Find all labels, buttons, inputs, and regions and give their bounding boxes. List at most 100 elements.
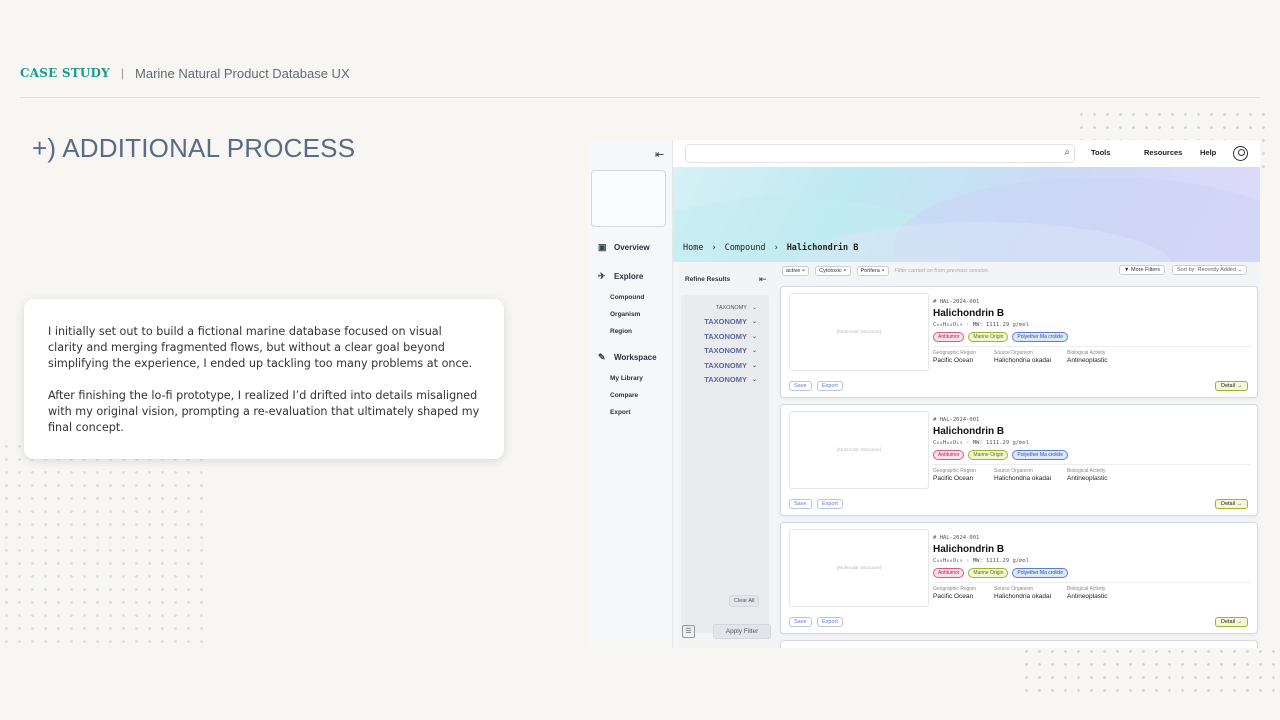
compound-formula: C₆₀H₈₆O₁₉ · MW: 1111.29 g/mol <box>933 322 1030 328</box>
section-title: +) ADDITIONAL PROCESS <box>32 133 356 163</box>
meta-value: Antineoplastic <box>1067 475 1108 482</box>
taxonomy-filter[interactable]: TAXONOMY ⌄ <box>704 361 757 370</box>
save-button[interactable]: Save <box>789 499 812 509</box>
breadcrumb-current: Halichondrin B <box>786 243 859 253</box>
more-filters-button[interactable]: ▼ More Filters <box>1119 265 1166 275</box>
top-bar: ⌕ Tools Resources Help <box>673 140 1260 167</box>
collapse-left-icon[interactable]: ⇤ <box>655 148 664 161</box>
meta-label: Biological Activity <box>1067 350 1106 356</box>
compound-formula: C₆₀H₈₆O₁₉ · MW: 1111.29 g/mol <box>933 440 1030 446</box>
nav-overview[interactable]: ▣ Overview <box>598 242 650 252</box>
dot-pattern-bottom-right <box>1020 645 1280 700</box>
meta-label: Geographic Region <box>933 586 977 592</box>
meta-value: Halichondria okadai <box>994 357 1052 364</box>
search-input[interactable]: ⌕ <box>685 144 1075 163</box>
close-icon[interactable]: × <box>881 268 884 274</box>
close-icon[interactable]: × <box>802 268 805 274</box>
nav-item-compound[interactable]: Compound <box>610 294 644 301</box>
filter-settings-icon[interactable]: ☰ <box>682 625 695 638</box>
taxonomy-label: TAXONOMY <box>704 346 747 355</box>
edit-icon: ✎ <box>598 352 606 362</box>
chevron-down-icon: ⌄ <box>751 305 757 311</box>
result-card[interactable]: [Molecular Structure] # HAL-2024-001 Hal… <box>780 404 1258 516</box>
filter-panel: TAXONOMY ⌄ TAXONOMY ⌄ TAXONOMY ⌄ TAXONOMY ⌄ … <box>681 295 769 633</box>
breadcrumb-compound[interactable]: Compound <box>725 243 766 253</box>
chevron-down-icon: ⌄ <box>751 377 757 383</box>
nav-explore[interactable]: ✈ Explore <box>598 271 643 281</box>
taxonomy-filter[interactable]: TAXONOMY ⌄ <box>715 304 757 312</box>
detail-button[interactable]: Detail → <box>1215 499 1249 509</box>
apply-filter-button[interactable]: Apply Filter <box>713 624 771 639</box>
nav-overview-label: Overview <box>614 242 650 252</box>
filter-chip[interactable]: Cytotoxic × <box>815 266 851 276</box>
chevron-down-icon: ⌄ <box>1237 267 1243 273</box>
meta-label: Geographic Region <box>933 468 977 474</box>
export-button[interactable]: Export <box>817 617 843 627</box>
compound-id: # HAL-2024-001 <box>933 535 980 541</box>
topnav-tools[interactable]: Tools <box>1091 148 1110 157</box>
taxonomy-label: TAXONOMY <box>715 304 747 311</box>
chevron-down-icon: ⌄ <box>751 348 757 354</box>
export-button[interactable]: Export <box>817 381 843 391</box>
nav-workspace[interactable]: ✎ Workspace <box>598 352 657 362</box>
meta-value: Pacific Ocean <box>933 475 974 482</box>
export-button[interactable]: Export <box>817 499 843 509</box>
filter-chip[interactable]: active × <box>782 266 810 276</box>
nav-item-my-library[interactable]: My Library <box>610 375 643 382</box>
taxonomy-filter[interactable]: TAXONOMY ⌄ <box>704 332 757 341</box>
meta-label: Biological Activity <box>1067 468 1106 474</box>
meta-label: Source Organism <box>994 468 1033 474</box>
filter-chip[interactable]: Porifera × <box>856 266 889 276</box>
search-icon[interactable]: ⌕ <box>1064 147 1070 158</box>
tag-badge: Polyether Ma crolide <box>1012 450 1068 460</box>
dot-pattern-left <box>0 440 210 650</box>
result-card[interactable]: [Molecular Structure] # HAL-2024-001 Hal… <box>780 522 1258 634</box>
meta-geographic: Geographic Region Pacific Ocean <box>933 350 976 364</box>
user-avatar-icon[interactable] <box>1233 146 1248 161</box>
header-divider <box>20 97 1260 98</box>
nav-item-compare[interactable]: Compare <box>610 392 638 399</box>
overview-icon: ▣ <box>598 242 607 252</box>
description-paragraph-2: After finishing the lo-fi prototype, I r… <box>48 389 480 434</box>
meta-value: Antineoplastic <box>1067 593 1108 600</box>
topnav-help[interactable]: Help <box>1200 148 1216 157</box>
chevron-down-icon: ⌄ <box>751 319 757 325</box>
tag-badge: Marine Origin <box>968 568 1009 578</box>
sort-label: Sort by: Recently Added <box>1177 267 1237 273</box>
detail-button[interactable]: Detail → <box>1215 617 1249 627</box>
save-button[interactable]: Save <box>789 381 812 391</box>
collapse-filters-icon[interactable]: ⇤ <box>759 274 767 285</box>
tag-badge: Antitumor <box>933 568 965 578</box>
chevron-down-icon: ⌄ <box>751 334 757 340</box>
meta-geographic: Geographic Region Pacific Ocean <box>933 586 976 600</box>
sort-select[interactable]: Sort by: Recently Added ⌄ <box>1172 265 1248 275</box>
compound-id: # HAL-2024-001 <box>933 417 980 423</box>
filter-chip-label: Cytotoxic <box>819 268 842 274</box>
tag-badge: Marine Origin <box>968 450 1009 460</box>
chevron-down-icon: ⌄ <box>751 363 757 369</box>
card-divider <box>933 346 1251 347</box>
left-navigation: ⇤ ▣ Overview ✈ Explore Compound Organism R… <box>587 140 673 648</box>
meta-label: Source Organism <box>994 586 1033 592</box>
meta-activity: Biological Activity Antineoplastic <box>1067 586 1107 600</box>
header-separator: | <box>120 66 125 80</box>
result-card[interactable] <box>780 640 1258 648</box>
topnav-resources[interactable]: Resources <box>1144 148 1182 157</box>
tag-badge: Marine Origin <box>968 332 1009 342</box>
nav-item-export[interactable]: Export <box>610 409 631 416</box>
meta-organism: Source Organism Halichondria okadai <box>994 350 1051 364</box>
nav-item-region[interactable]: Region <box>610 328 632 335</box>
detail-button[interactable]: Detail → <box>1215 381 1249 391</box>
nav-item-organism[interactable]: Organism <box>610 311 640 318</box>
description-card: I initially set out to build a fictional… <box>24 299 504 459</box>
taxonomy-filter[interactable]: TAXONOMY ⌄ <box>704 317 757 326</box>
save-button[interactable]: Save <box>789 617 812 627</box>
breadcrumb-home[interactable]: Home <box>683 243 703 253</box>
meta-organism: Source Organism Halichondria okadai <box>994 468 1051 482</box>
taxonomy-filter[interactable]: TAXONOMY ⌄ <box>704 346 757 355</box>
clear-all-button[interactable]: Clear All <box>729 595 760 607</box>
result-card[interactable]: [Molecular Structure] # HAL-2024-001 Hal… <box>780 286 1258 398</box>
close-icon[interactable]: × <box>843 268 846 274</box>
card-divider <box>933 582 1251 583</box>
taxonomy-filter[interactable]: TAXONOMY ⌄ <box>704 375 757 384</box>
